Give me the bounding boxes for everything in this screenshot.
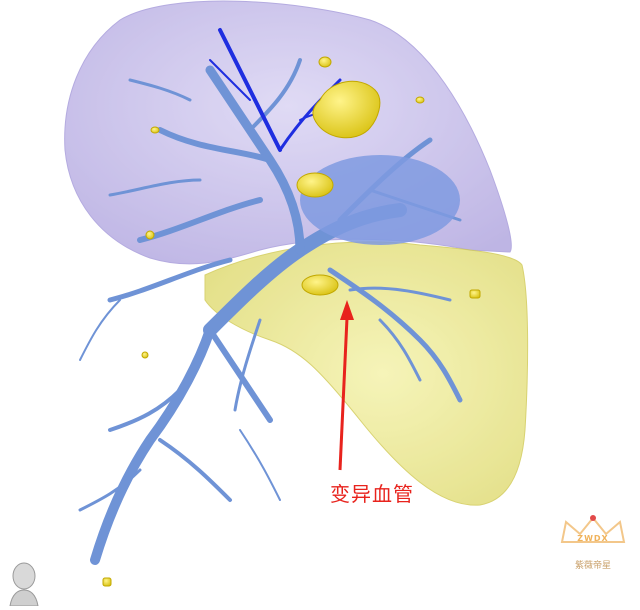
watermark: ZWDX 紫薇帝星 [556,512,630,574]
orientation-head-icon[interactable] [4,560,44,606]
watermark-name: 紫薇帝星 [574,561,611,571]
annotation-label: 变异血管 [330,482,414,506]
watermark-code: ZWDX [577,534,609,543]
3d-lung-view [0,0,640,606]
lung-vessel-model [64,0,529,587]
crown-icon [560,515,626,543]
central-vein [300,155,460,245]
